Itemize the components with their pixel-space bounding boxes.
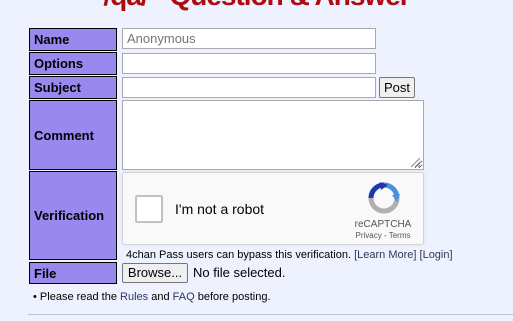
bypass-text: 4chan Pass users can bypass this verific… [126, 249, 352, 261]
name-label: Name [29, 28, 117, 51]
options-input[interactable] [122, 53, 376, 74]
verification-label-text: Verification [34, 208, 105, 223]
verification-label: Verification [29, 171, 117, 260]
recaptcha-links: Privacy - Terms [341, 231, 425, 240]
learn-more-link[interactable]: [Learn More] [354, 249, 416, 261]
file-status: No file selected. [193, 265, 286, 280]
rules-note: • Please read the Rules and FAQ before p… [33, 291, 271, 303]
rules-link[interactable]: Rules [120, 291, 148, 303]
options-label-text: Options [34, 56, 84, 71]
subject-input[interactable] [122, 77, 376, 98]
links-separator: - [381, 231, 389, 240]
browse-button[interactable]: Browse... [122, 263, 188, 283]
captcha-text: I'm not a robot [175, 201, 265, 217]
options-label: Options [29, 52, 117, 75]
before-posting-text: before posting. [197, 291, 271, 303]
terms-link[interactable]: Terms [389, 231, 411, 240]
file-label: File [29, 262, 117, 284]
subject-label-text: Subject [34, 80, 81, 95]
pass-bypass-note: 4chan Pass users can bypass this verific… [126, 249, 453, 261]
recaptcha-widget: I'm not a robot reCAPTCHA Privacy - Term… [122, 172, 424, 245]
comment-label: Comment [29, 100, 117, 170]
privacy-link[interactable]: Privacy [356, 231, 382, 240]
bullet: • [33, 291, 37, 303]
name-input[interactable] [122, 28, 376, 49]
recaptcha-brand: reCAPTCHA [354, 219, 412, 230]
resize-grip-icon[interactable] [409, 156, 421, 168]
login-link[interactable]: [Login] [420, 249, 453, 261]
post-button[interactable]: Post [379, 77, 415, 98]
divider [28, 314, 513, 315]
file-label-text: File [34, 265, 57, 281]
name-label-text: Name [34, 32, 70, 47]
comment-textarea[interactable] [122, 100, 424, 170]
recaptcha-logo-icon [368, 182, 400, 214]
faq-link[interactable]: FAQ [173, 291, 195, 303]
captcha-checkbox[interactable] [135, 195, 163, 223]
please-read-text: Please read the [39, 291, 117, 303]
comment-label-text: Comment [34, 127, 94, 143]
and-text: and [151, 291, 170, 303]
subject-label: Subject [29, 76, 117, 99]
board-title: /qa/ - Question & Answer [0, 0, 513, 12]
